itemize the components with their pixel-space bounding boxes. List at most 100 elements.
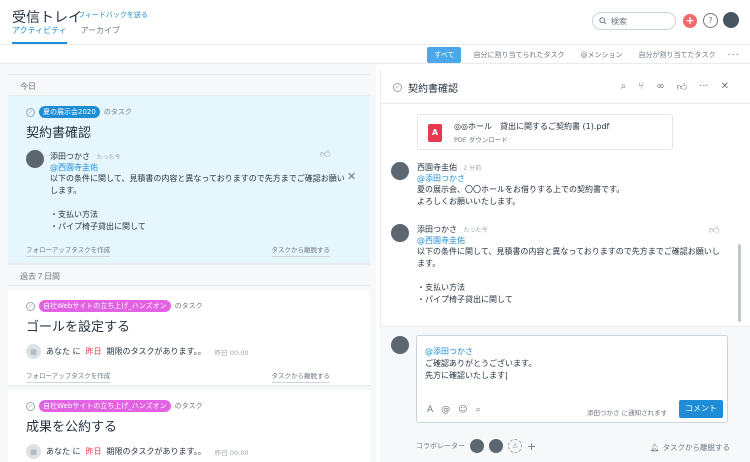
search-icon (599, 17, 607, 25)
page-title: 受信トレイ (12, 10, 82, 26)
of-task-label: のタスク (174, 302, 203, 310)
mention-link[interactable]: @西園寺圭佑 (50, 162, 98, 173)
mention-link[interactable]: @添田つかさ (425, 346, 473, 357)
leave-task-button[interactable]: 🔔︎ タスクから離脱する (650, 442, 730, 453)
mention-link[interactable]: @西園寺圭佑 (417, 235, 465, 246)
task-title[interactable]: 成果を公約する (26, 416, 117, 435)
task-title[interactable]: ゴールを設定する (26, 316, 130, 335)
comment-body: 以下の条件に関して、見積書の内容と異なっておりますので先方までご確認お願いします… (50, 174, 345, 231)
plus-icon[interactable]: + (527, 440, 536, 453)
subtask-icon[interactable]: ⑂ (638, 81, 644, 93)
complete-check-icon[interactable]: ✓ (26, 301, 35, 311)
inbox-card[interactable]: ✓ 夏の展示会2020 のタスク 契約書確認 添田つかさ たった今 @西園寺圭佑… (8, 96, 370, 264)
search-input[interactable]: 検索 (592, 12, 676, 30)
user-avatar[interactable] (723, 12, 739, 28)
header: 受信トレイ フィードバックを送る アクティビティ アーカイブ 検索 + ? (0, 0, 750, 44)
due-prefix: あなた に (46, 447, 81, 456)
panel-header: ✓ 契約書確認 ⌕ ⑂ ∞ 👍︎ ··· ✕ (381, 70, 750, 104)
notify-text: 添田つかさ に通知されます (587, 409, 668, 417)
due-timestamp: 昨日 00:00 (214, 348, 249, 357)
task-title[interactable]: 契約書確認 (26, 122, 91, 141)
complete-check-icon[interactable]: ✓ (393, 83, 402, 92)
help-button[interactable]: ? (703, 13, 718, 28)
project-pill[interactable]: 夏の展示会2020 (39, 106, 100, 118)
comment-compose-area: @添田つかさ ご確認ありがとうございます。 先方に確認いたします| A @ ☺ … (380, 326, 750, 462)
like-icon[interactable]: 👍︎ (709, 224, 719, 236)
section-past-week: 過去７日間 (8, 264, 370, 286)
comment-body: 夏の展示会、〇〇ホールをお借りする上での契約書です。 よろしくお願いいたします。 (417, 185, 625, 206)
comment-time: 2 分前 (463, 165, 482, 172)
due-suffix: 期限のタスクがあります。。 (106, 347, 206, 356)
search-placeholder: 検索 (611, 16, 627, 26)
inbox-card[interactable]: ✓ 自社Webサイトの立ち上げ_ハンズオン のタスク ゴールを設定する ▦ あな… (8, 290, 370, 386)
avatar[interactable] (489, 439, 503, 453)
pdf-icon: A (428, 124, 442, 142)
comment-submit-button[interactable]: コメント (679, 400, 723, 418)
format-text-icon[interactable]: A (427, 405, 433, 415)
collaborators-label: コラボレーター (416, 442, 465, 450)
emoji-icon[interactable]: ☺ (458, 405, 467, 415)
comment-author: 添田つかさ (50, 152, 90, 161)
attachment-card[interactable]: A ◎◎ホール 貸出に関するご契約書 (1).pdf PDF ダウンロード (417, 114, 673, 150)
comment-time: たった今 (96, 154, 121, 161)
bell-icon: 🔔︎ (649, 443, 660, 452)
comment-draft-text[interactable]: ご確認ありがとうございます。 先方に確認いたします| (425, 358, 536, 382)
complete-check-icon[interactable]: ✓ (26, 401, 35, 411)
quick-add-button[interactable]: + (683, 14, 697, 28)
comment-author: 西園寺圭佑 (417, 163, 457, 172)
follow-up-task-link[interactable]: フォローアップタスクを作成 (26, 244, 111, 257)
due-suffix: 期限のタスクがあります。。 (106, 447, 206, 456)
leave-task-link[interactable]: タスクから離脱する (271, 370, 330, 383)
of-task-label: のタスク (174, 402, 203, 410)
attachment-icon[interactable]: ⌕ (476, 405, 481, 415)
panel-task-title[interactable]: 契約書確認 (408, 80, 458, 95)
download-link[interactable]: ダウンロード (469, 136, 508, 144)
calendar-icon: ▦ (26, 344, 41, 359)
project-pill[interactable]: 自社Webサイトの立ち上げ_ハンズオン (39, 400, 171, 412)
avatar (26, 150, 44, 168)
comment-input[interactable]: @添田つかさ ご確認ありがとうございます。 先方に確認いたします| A @ ☺ … (416, 335, 728, 423)
avatar[interactable] (470, 439, 484, 453)
like-icon[interactable]: 👍︎ (677, 81, 687, 93)
feedback-link[interactable]: フィードバックを送る (78, 10, 148, 20)
comment-body: 以下の条件に関して、見積書の内容と異なっておりますので先方までご確認お願いします… (417, 247, 720, 304)
of-task-label: のタスク (103, 108, 132, 116)
due-date-yesterday: 昨日 (85, 447, 102, 456)
tab-activity[interactable]: アクティビティ (12, 25, 67, 44)
project-pill[interactable]: 自社Webサイトの立ち上げ_ハンズオン (39, 300, 171, 312)
comment: 添田つかさ たった今 @西園寺圭佑 以下の条件に関して、見積書の内容と異なってお… (26, 150, 356, 231)
comment-author: 添田つかさ (417, 225, 457, 234)
inbox-tabs: アクティビティ アーカイブ (12, 25, 120, 44)
tab-archive[interactable]: アーカイブ (81, 25, 121, 44)
close-icon[interactable]: ✕ (721, 81, 729, 93)
inbox-card[interactable]: ✓ 自社Webサイトの立ち上げ_ハンズオン のタスク 成果を公約する ▦ あなた… (8, 390, 370, 462)
complete-check-icon[interactable]: ✓ (26, 107, 35, 117)
more-options-icon[interactable]: ··· (727, 50, 740, 61)
section-today: 今日 (8, 74, 370, 96)
add-collaborator-icon[interactable]: ♙ (508, 439, 522, 453)
avatar (391, 162, 409, 180)
mention-link[interactable]: @添田つかさ (417, 173, 465, 184)
attachment-name[interactable]: ◎◎ホール 貸出に関するご契約書 (1).pdf (454, 121, 609, 132)
filter-assigned-by-me[interactable]: 自分が割り当てたタスク (634, 47, 719, 63)
follow-up-task-link[interactable]: フォローアップタスクを作成 (26, 370, 111, 383)
due-timestamp: 昨日 00:00 (214, 448, 249, 457)
comment-time: たった今 (463, 227, 488, 234)
attachment-type: PDF (454, 136, 467, 144)
filter-all[interactable]: すべて (427, 47, 462, 63)
avatar (391, 224, 409, 242)
filter-assigned-to-me[interactable]: 自分に割り当てられたタスク (469, 47, 568, 63)
more-options-icon[interactable]: ··· (699, 81, 709, 93)
filter-bar: すべて 自分に割り当てられたタスク @メンション 自分が割り当てたタスク ··· (0, 44, 750, 64)
scrollbar[interactable] (738, 244, 741, 322)
calendar-icon: ▦ (26, 444, 41, 459)
like-icon[interactable]: 👍︎ (320, 148, 330, 160)
link-icon[interactable]: ∞ (656, 81, 664, 93)
close-icon[interactable]: ✕ (347, 170, 356, 183)
leave-task-link[interactable]: タスクから離脱する (271, 244, 330, 257)
comment: 添田つかさ たった今 @西園寺圭佑 以下の条件に関して、見積書の内容と異なってお… (391, 224, 731, 314)
due-date-yesterday: 昨日 (85, 347, 102, 356)
mention-icon[interactable]: @ (441, 405, 450, 415)
attachment-icon[interactable]: ⌕ (621, 81, 627, 93)
filter-mentions[interactable]: @メンション (576, 47, 626, 63)
